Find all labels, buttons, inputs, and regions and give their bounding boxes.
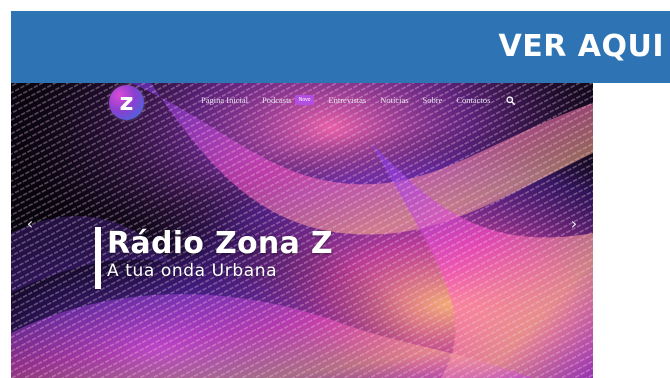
new-badge: Novo [294, 95, 315, 105]
brand-logo[interactable]: z [109, 85, 144, 120]
hero-subtitle: A tua onda Urbana [107, 261, 278, 281]
hero-slider: z Página Inicial Podcasts Novo Entrevist… [11, 83, 593, 378]
search-icon[interactable] [506, 95, 516, 105]
chevron-right-icon[interactable]: › [567, 215, 581, 233]
banner-text[interactable]: VER AQUI [499, 29, 665, 65]
nav-item-podcasts[interactable]: Podcasts [262, 95, 292, 105]
top-banner[interactable]: VER AQUI [11, 11, 670, 83]
hero-accent-bar [95, 227, 101, 289]
nav-item-news[interactable]: Notícias [380, 95, 408, 105]
chevron-left-icon[interactable]: ‹ [23, 215, 37, 233]
nav-item-home[interactable]: Página Inicial [201, 95, 248, 105]
nav-item-interviews[interactable]: Entrevistas [328, 95, 366, 105]
main-nav: Página Inicial Podcasts Novo Entrevistas… [201, 93, 516, 107]
nav-item-about[interactable]: Sobre [423, 95, 443, 105]
logo-letter: z [119, 87, 134, 116]
hero-title: Rádio Zona Z [107, 226, 333, 261]
nav-item-contacts[interactable]: Contactos [456, 95, 490, 105]
